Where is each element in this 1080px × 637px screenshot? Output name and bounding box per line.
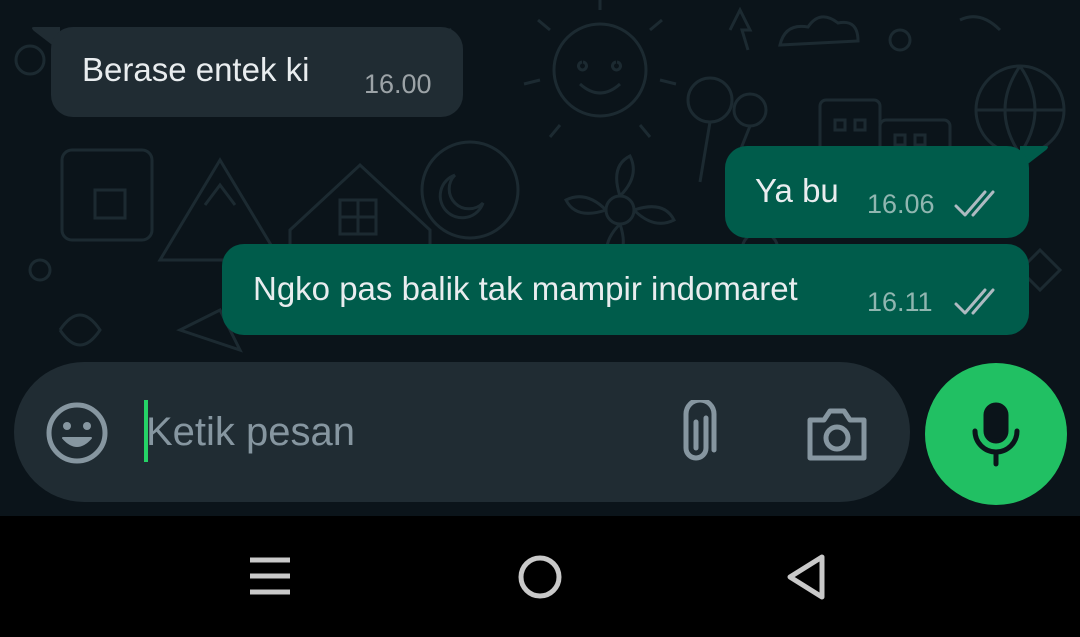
read-double-check-icon xyxy=(954,190,995,217)
message-text: Ya bu xyxy=(755,172,839,209)
message-bubble-outgoing[interactable]: Ngko pas balik tak mampir indomaret 16.1… xyxy=(222,244,1029,335)
message-text: Berase entek ki xyxy=(82,51,310,88)
message-input-bar: Ketik pesan xyxy=(14,362,910,502)
message-time: 16.06 xyxy=(867,189,935,219)
menu-icon[interactable] xyxy=(248,554,292,598)
system-navigation-bar xyxy=(0,516,1080,637)
message-bubble-outgoing[interactable]: Ya bu 16.06 xyxy=(725,146,1029,238)
emoji-icon[interactable] xyxy=(44,400,110,466)
paperclip-icon[interactable] xyxy=(674,400,722,466)
message-time: 16.00 xyxy=(364,69,432,99)
chat-area[interactable]: Berase entek ki 16.00 Ya bu 16.06 Ngko p… xyxy=(0,0,1080,516)
read-double-check-icon xyxy=(954,288,995,315)
microphone-button[interactable] xyxy=(925,363,1067,505)
microphone-icon xyxy=(972,402,1020,467)
message-bubble-incoming[interactable]: Berase entek ki 16.00 xyxy=(51,27,463,117)
camera-icon[interactable] xyxy=(804,404,870,464)
message-input[interactable]: Ketik pesan xyxy=(146,410,355,455)
back-icon[interactable] xyxy=(786,552,830,602)
message-time: 16.11 xyxy=(867,287,933,317)
home-icon[interactable] xyxy=(515,552,565,602)
message-text: Ngko pas balik tak mampir indomaret xyxy=(253,270,798,307)
